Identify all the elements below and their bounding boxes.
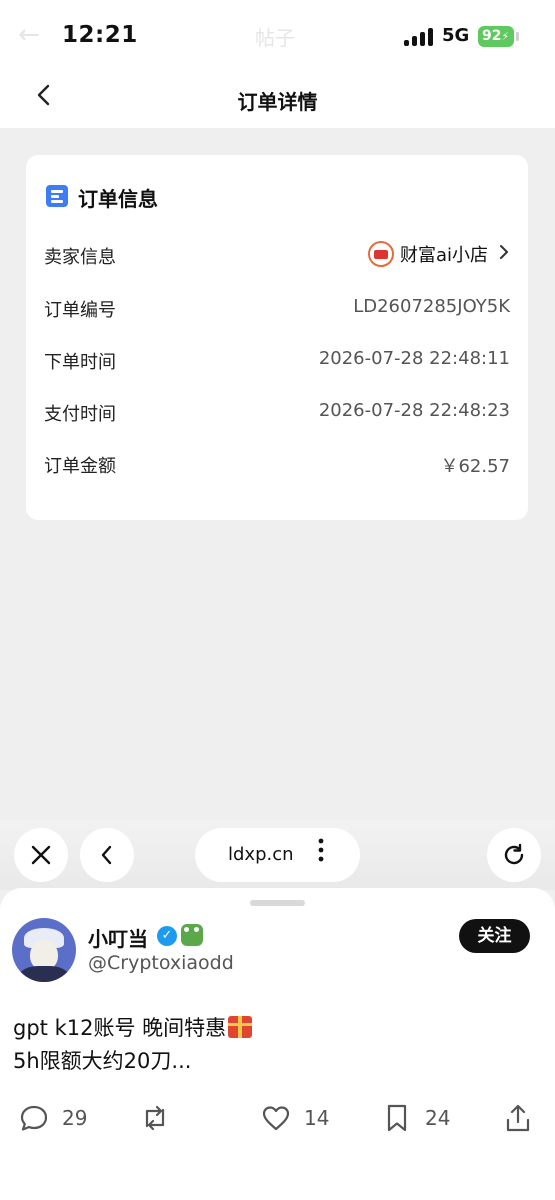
payment-time-value: 2026-07-28 22:48:23 <box>318 400 510 421</box>
follow-button[interactable]: 关注 <box>459 919 530 953</box>
order-amount-value: ￥62.57 <box>440 456 510 477</box>
row-label: 支付时间 <box>44 404 116 425</box>
status-time: 12:21 <box>62 22 138 48</box>
bookmark-icon <box>387 1104 407 1132</box>
battery-cap <box>516 32 519 41</box>
seller-link[interactable]: 财富ai小店 <box>367 241 510 267</box>
row-label: 下单时间 <box>44 352 116 373</box>
sheet-drag-handle[interactable] <box>250 900 305 906</box>
reply-button[interactable]: 29 <box>18 1098 87 1138</box>
avatar[interactable] <box>12 918 76 982</box>
signal-icon <box>404 28 434 46</box>
tweet-actions: 29 14 24 <box>0 1098 555 1138</box>
chevron-right-icon <box>498 242 510 266</box>
ghost-back-icon: ← <box>18 20 40 50</box>
order-time-row: 下单时间 2026-07-28 22:48:11 <box>44 348 510 378</box>
reload-icon <box>504 843 524 865</box>
seller-row: 卖家信息 财富ai小店 <box>44 241 510 273</box>
order-number-value: LD2607285JOY5K <box>353 296 510 317</box>
row-label: 订单编号 <box>44 300 116 321</box>
reply-icon <box>20 1105 48 1131</box>
bookmark-count: 24 <box>425 1106 451 1130</box>
tweet-text: gpt k12账号 晚间特惠 5h限额大约20刀... <box>13 1012 253 1078</box>
order-time-value: 2026-07-28 22:48:11 <box>318 348 510 369</box>
gift-emoji-icon <box>228 1016 253 1038</box>
seller-label: 卖家信息 <box>44 247 116 268</box>
close-button[interactable] <box>14 828 68 882</box>
battery-icon: 92⚡ <box>478 26 514 47</box>
heart-icon <box>262 1106 290 1131</box>
share-button[interactable] <box>502 1098 534 1138</box>
card-title: 订单信息 <box>78 187 158 211</box>
display-name[interactable]: 小叮当 <box>88 923 148 952</box>
like-button[interactable]: 14 <box>260 1098 329 1138</box>
url-text: ldxp.cn <box>228 844 294 865</box>
page-title: 订单详情 <box>237 90 318 114</box>
reload-button[interactable] <box>487 828 541 882</box>
like-count: 14 <box>304 1106 330 1130</box>
payment-time-row: 支付时间 2026-07-28 22:48:23 <box>44 400 510 430</box>
tweet-line-2: 5h限额大约20刀... <box>13 1049 192 1073</box>
tweet-sheet: 小叮当 ✓ @Cryptoxiaodd 关注 gpt k12账号 晚间特惠 5h… <box>0 888 555 1200</box>
navbar: 订单详情 <box>0 70 555 128</box>
chevron-left-icon <box>101 845 112 865</box>
battery-level: 92 <box>482 28 502 44</box>
order-info-card: 订单信息 卖家信息 财富ai小店 订单编号 LD2607285JOY5K 下单时… <box>26 155 528 520</box>
verified-badge-icon: ✓ <box>157 926 177 946</box>
seller-name: 财富ai小店 <box>399 245 488 266</box>
browser-back-button[interactable] <box>80 828 134 882</box>
share-icon <box>506 1104 530 1132</box>
retweet-icon <box>145 1105 165 1131</box>
browser-toolbar: ldxp.cn <box>0 820 555 890</box>
ghost-title: 帖子 <box>255 26 295 50</box>
address-bar[interactable]: ldxp.cn <box>195 828 360 882</box>
more-vertical-icon[interactable] <box>316 838 326 862</box>
network-label: 5G <box>442 25 470 46</box>
reply-count: 29 <box>62 1106 88 1130</box>
order-amount-row: 订单金额 ￥62.57 <box>44 452 510 482</box>
order-number-row: 订单编号 LD2607285JOY5K <box>44 296 510 326</box>
list-doc-icon <box>46 185 68 207</box>
retweet-button[interactable] <box>139 1098 171 1138</box>
row-label: 订单金额 <box>44 456 116 477</box>
user-handle[interactable]: @Cryptoxiaodd <box>88 952 234 974</box>
close-icon <box>31 845 51 865</box>
seller-avatar <box>367 241 394 267</box>
frog-emoji-icon <box>181 924 203 946</box>
status-bar: ← 12:21 帖子 5G 92⚡ <box>0 0 555 70</box>
bookmark-button[interactable]: 24 <box>381 1098 450 1138</box>
tweet-line-1: gpt k12账号 晚间特惠 <box>13 1016 227 1040</box>
